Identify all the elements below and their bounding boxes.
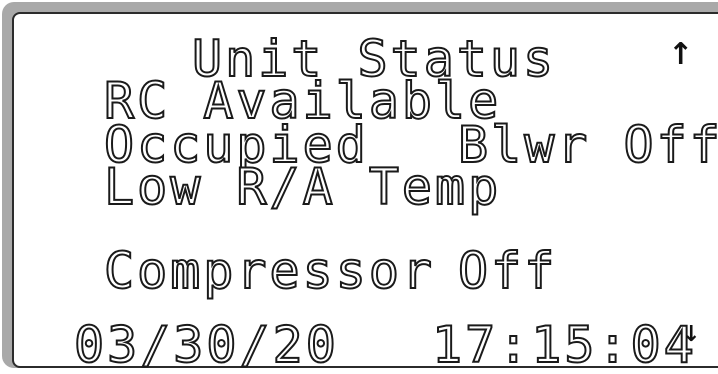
status-low-return-air-temp: Low R/A Temp bbox=[103, 158, 502, 216]
scroll-down-arrow-icon[interactable]: ↓ bbox=[682, 320, 700, 350]
scroll-up-arrow-icon[interactable]: ↑ bbox=[668, 40, 693, 70]
compressor-label: Compressor bbox=[103, 242, 436, 300]
lcd-screen: Unit Status ↑ RC Available Occupied Blwr… bbox=[12, 12, 718, 374]
current-date: 03/30/20 bbox=[73, 316, 339, 374]
compressor-state: Off bbox=[457, 242, 558, 300]
current-time: 17:15:04 bbox=[431, 316, 697, 374]
